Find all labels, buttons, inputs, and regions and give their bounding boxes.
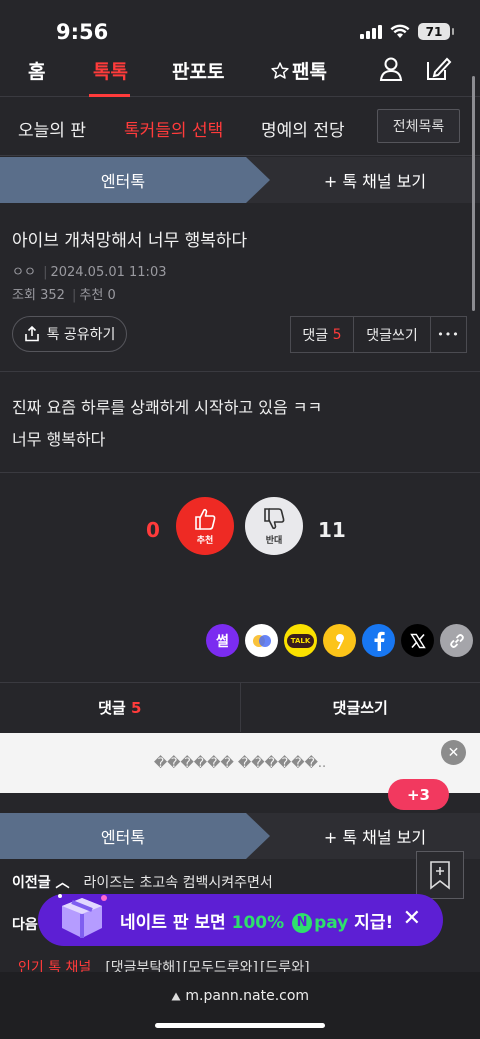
browser-url-bar[interactable]: m.pann.nate.com bbox=[0, 972, 480, 1039]
ad-text: ������ ������.. bbox=[153, 755, 327, 771]
bottom-comments-label: 댓글 bbox=[98, 699, 126, 717]
divider bbox=[0, 371, 480, 372]
next-post-row[interactable]: 다음 bbox=[12, 914, 38, 934]
post-stats: 조회 352 | 추천 0 bbox=[12, 284, 462, 303]
vote-down-button[interactable]: 반대 bbox=[245, 497, 303, 555]
comments-label: 댓글 bbox=[302, 327, 329, 344]
write-icon[interactable] bbox=[425, 56, 453, 86]
lock-icon bbox=[171, 992, 181, 1001]
post-author: ㅇㅇ bbox=[12, 265, 36, 280]
status-time: 9:56 bbox=[56, 20, 109, 44]
write-comment-button[interactable]: 댓글쓰기 bbox=[354, 317, 431, 352]
gift-icon bbox=[58, 894, 107, 938]
share-icon bbox=[24, 326, 39, 342]
gnb-active-underline bbox=[89, 94, 130, 97]
close-icon[interactable]: ✕ bbox=[403, 906, 421, 931]
more-options-button[interactable]: ••• bbox=[431, 317, 466, 352]
gnb-item-home[interactable]: 홈 bbox=[28, 57, 45, 84]
gnb-item-toktok[interactable]: 톡톡 bbox=[93, 57, 128, 84]
bookmark-add-button[interactable] bbox=[416, 851, 464, 899]
vote-down-label: 반대 bbox=[265, 536, 283, 546]
channel-bar: 엔터톡 + 톡 채널 보기 bbox=[0, 157, 480, 203]
gnb-item-fantok[interactable]: 팬톡 bbox=[270, 57, 327, 84]
star-icon bbox=[271, 61, 289, 79]
vote-down-count: 11 bbox=[318, 518, 346, 542]
promo-text: 네이트 판 보면 100% Npay 지급! bbox=[120, 912, 394, 933]
gnb-item-panphoto[interactable]: 판포토 bbox=[172, 57, 224, 84]
meta-separator: | bbox=[72, 288, 77, 303]
channel-name[interactable]: 엔터톡 bbox=[0, 157, 246, 203]
wifi-icon bbox=[390, 24, 410, 38]
thumbs-up-icon bbox=[195, 508, 216, 530]
facebook-icon[interactable] bbox=[362, 624, 395, 657]
all-list-button[interactable]: 전체목록 bbox=[377, 109, 460, 143]
close-icon[interactable]: ✕ bbox=[441, 740, 466, 765]
bookmark-plus-icon bbox=[430, 861, 450, 890]
channel-more-link[interactable]: + 톡 채널 보기 bbox=[270, 157, 480, 203]
bottom-write-comment-button[interactable]: 댓글쓰기 bbox=[241, 683, 480, 732]
scrollbar[interactable] bbox=[472, 76, 475, 311]
npay-n-icon: N bbox=[292, 912, 313, 933]
bottom-comments-button[interactable]: 댓글 5 bbox=[0, 683, 241, 732]
subnav-item-hall-of-fame[interactable]: 명예의 전당 bbox=[261, 116, 345, 141]
views-count: 352 bbox=[40, 288, 65, 303]
recommend-count: 0 bbox=[107, 288, 116, 303]
ssul-icon[interactable]: 썰 bbox=[206, 624, 239, 657]
post-body-line: 진짜 요즘 하루를 상쾌하게 시작하고 있음 ㅋㅋ bbox=[12, 398, 323, 417]
post-body: 진짜 요즘 하루를 상쾌하게 시작하고 있음 ㅋㅋ 너무 행복하다 bbox=[12, 392, 462, 456]
channel-name-bottom[interactable]: 엔터톡 bbox=[0, 813, 246, 859]
global-nav: 홈 톡톡 판포토 팬톡 bbox=[0, 52, 480, 97]
divider bbox=[0, 472, 480, 473]
thumbs-down-icon bbox=[264, 508, 285, 530]
kakaotalk-icon[interactable]: TALK bbox=[284, 624, 317, 657]
meta-separator: | bbox=[43, 265, 48, 280]
post-date: 2024.05.01 11:03 bbox=[50, 265, 167, 280]
bottom-comments-count: 5 bbox=[130, 698, 142, 717]
gnb-item-fantok-label: 팬톡 bbox=[292, 61, 327, 83]
x-icon[interactable] bbox=[401, 624, 434, 657]
new-count-badge[interactable]: +3 bbox=[388, 779, 449, 810]
vote-up-button[interactable]: 추천 bbox=[176, 497, 234, 555]
comment-button-group: 댓글 5 댓글쓰기 ••• bbox=[290, 316, 467, 353]
url-text: m.pann.nate.com bbox=[185, 988, 310, 1004]
next-post-label: 다음 bbox=[12, 917, 38, 933]
share-icons: 썰 TALK bbox=[206, 624, 473, 658]
subnav-item-today[interactable]: 오늘의 판 bbox=[18, 116, 86, 141]
bubble-icon[interactable] bbox=[245, 624, 278, 657]
vote-up-count: 0 bbox=[146, 518, 160, 542]
share-talk-label: 톡 공유하기 bbox=[46, 327, 116, 343]
sub-nav: 오늘의 판 톡커들의 선택 명예의 전당 전체목록 bbox=[0, 98, 480, 156]
user-icon[interactable] bbox=[378, 56, 404, 86]
views-label: 조회 bbox=[12, 288, 36, 303]
post-title: 아이브 개쳐망해서 너무 행복하다 bbox=[12, 231, 248, 251]
home-indicator bbox=[155, 1023, 325, 1028]
link-icon[interactable] bbox=[440, 624, 473, 657]
status-icons: 71 bbox=[360, 23, 454, 40]
comments-button[interactable]: 댓글 5 bbox=[291, 317, 354, 352]
url-display[interactable]: m.pann.nate.com bbox=[0, 988, 480, 1004]
kakaotalk-label: TALK bbox=[286, 633, 315, 648]
signal-icon bbox=[360, 24, 382, 39]
post-body-line: 너무 행복하다 bbox=[12, 430, 106, 449]
post-header: 아이브 개쳐망해서 너무 행복하다 ㅇㅇ | 2024.05.01 11:03 조… bbox=[12, 226, 462, 303]
vote-up-label: 추천 bbox=[196, 536, 214, 546]
npay-promo-banner[interactable]: 네이트 판 보면 100% Npay 지급! ✕ bbox=[38, 894, 443, 946]
comments-count: 5 bbox=[332, 326, 342, 343]
channel-bar-bottom: 엔터톡 + 톡 채널 보기 bbox=[0, 813, 480, 859]
battery-indicator: 71 bbox=[418, 23, 454, 40]
recommend-label: 추천 bbox=[79, 288, 104, 303]
share-talk-button[interactable]: 톡 공유하기 bbox=[12, 316, 127, 352]
kakaostory-icon[interactable] bbox=[323, 624, 356, 657]
bottom-comment-actions: 댓글 5 댓글쓰기 bbox=[0, 682, 480, 732]
post-author-date: ㅇㅇ | 2024.05.01 11:03 bbox=[12, 261, 462, 280]
subnav-item-talker-choice[interactable]: 톡커들의 선택 bbox=[124, 116, 223, 141]
